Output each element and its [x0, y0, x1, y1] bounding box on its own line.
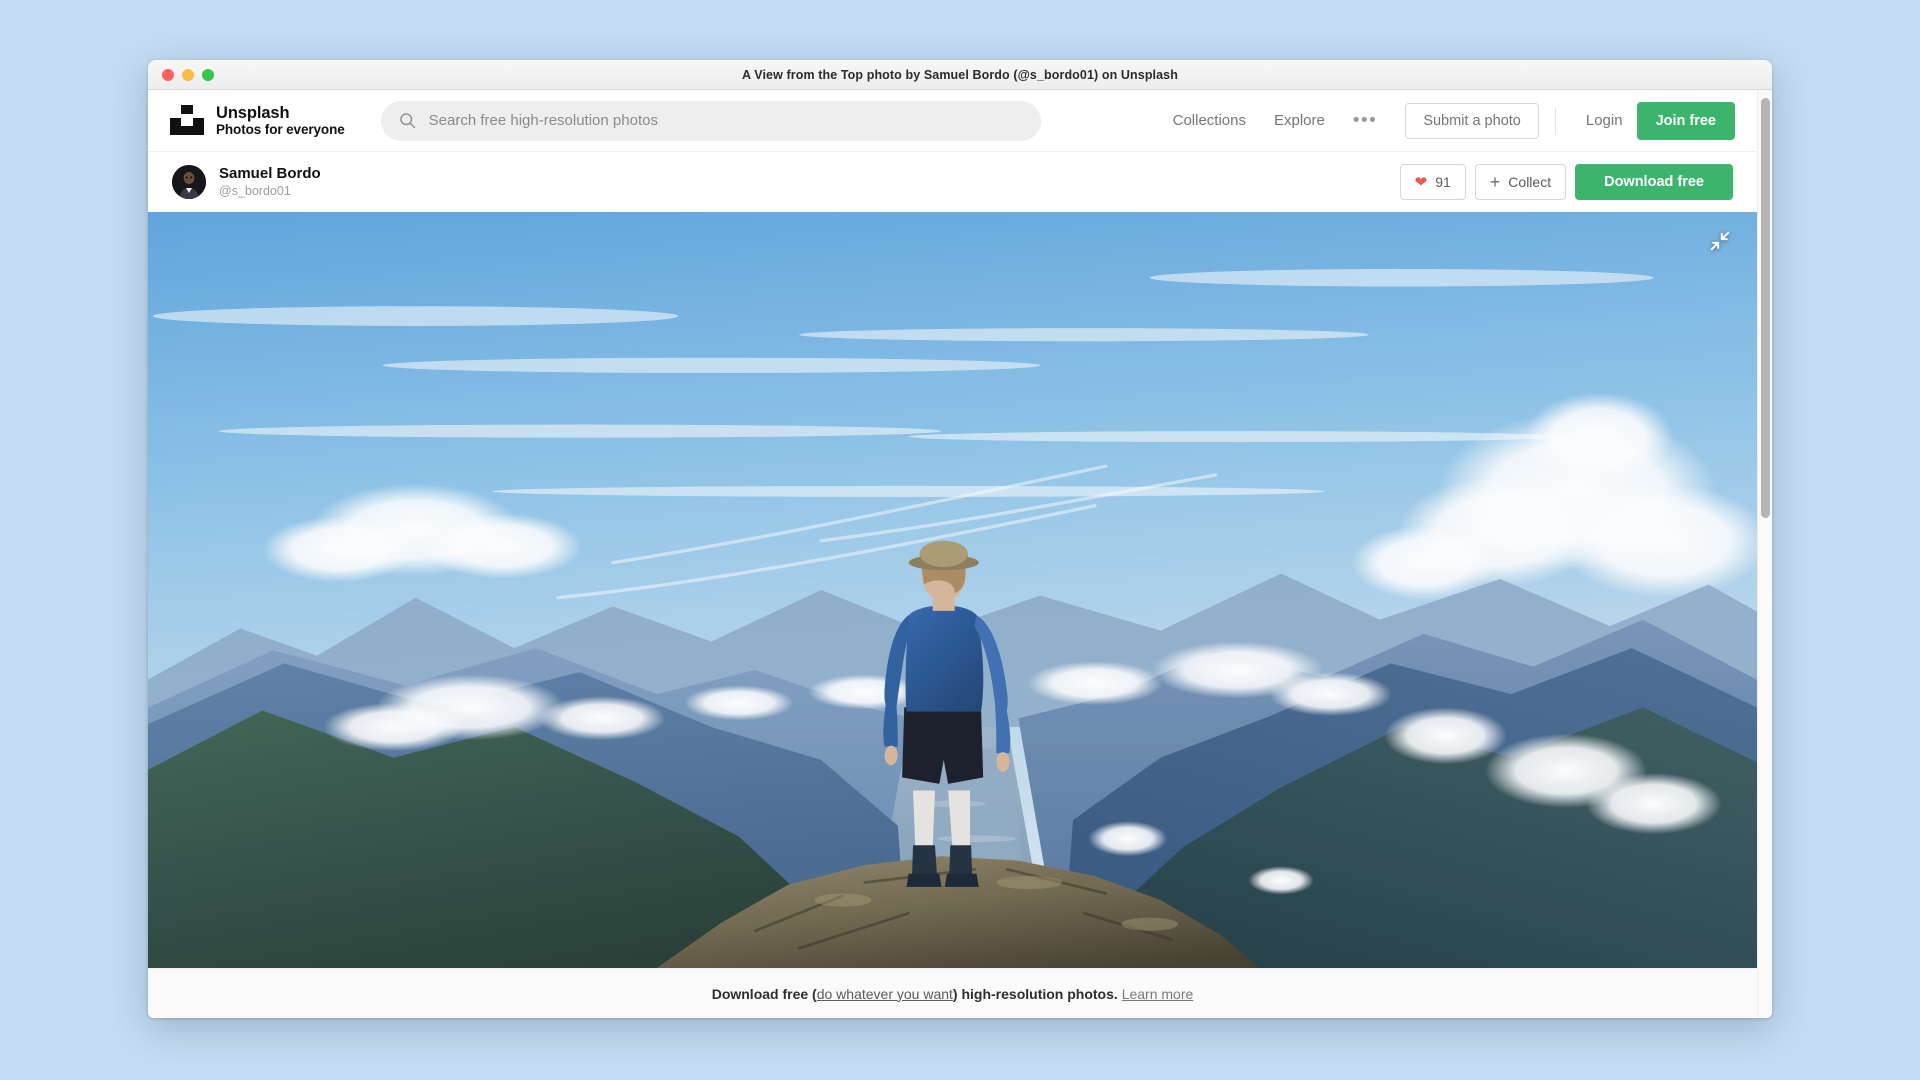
browser-window: A View from the Top photo by Samuel Bord…: [148, 60, 1772, 1018]
login-link[interactable]: Login: [1572, 104, 1637, 137]
user-avatar-icon: [172, 165, 206, 199]
site-header: Unsplash Photos for everyone Collections…: [148, 90, 1757, 152]
collect-label: Collect: [1508, 174, 1552, 190]
do-whatever-you-want-link[interactable]: do whatever you want: [817, 986, 953, 1002]
window-title: A View from the Top photo by Samuel Bord…: [742, 67, 1178, 82]
footer-text-before: Download free (: [711, 985, 817, 1002]
footer-text-middle: ) high-resolution photos.: [952, 985, 1122, 1002]
photo-footer-bar: Download free (do whatever you want) hig…: [148, 968, 1757, 1018]
close-window-button[interactable]: [162, 68, 174, 81]
nav-link-collections[interactable]: Collections: [1159, 104, 1260, 137]
maximize-window-button[interactable]: [202, 68, 214, 81]
author-name: Samuel Bordo: [219, 164, 321, 182]
like-button[interactable]: ❤ 91: [1399, 164, 1466, 200]
author-block[interactable]: Samuel Bordo @s_bordo01: [172, 165, 321, 199]
collect-button[interactable]: + Collect: [1474, 164, 1567, 200]
like-count: 91: [1435, 174, 1451, 190]
header-divider: [1554, 106, 1556, 135]
photo-viewer[interactable]: [148, 212, 1757, 968]
search-icon: [399, 113, 415, 129]
unsplash-camera-icon: [170, 105, 204, 136]
window-titlebar: A View from the Top photo by Samuel Bord…: [148, 60, 1772, 90]
search-input[interactable]: [428, 112, 1023, 129]
brand-name: Unsplash: [216, 103, 290, 122]
nav-link-explore[interactable]: Explore: [1260, 104, 1339, 137]
author-text: Samuel Bordo @s_bordo01: [219, 165, 321, 199]
heart-icon: ❤: [1414, 173, 1428, 191]
learn-more-link[interactable]: Learn more: [1122, 986, 1194, 1002]
collapse-arrows-icon[interactable]: [1709, 230, 1731, 252]
author-handle: @s_bordo01: [219, 183, 291, 198]
download-free-button[interactable]: Download free: [1575, 164, 1733, 200]
brand-text: Unsplash Photos for everyone: [216, 104, 345, 138]
avatar[interactable]: [172, 165, 206, 199]
vertical-scrollbar[interactable]: [1757, 90, 1772, 1018]
scrollbar-thumb[interactable]: [1761, 98, 1770, 518]
window-controls: [162, 68, 214, 81]
header-nav: Collections Explore ••• Submit a photo L…: [1159, 101, 1735, 140]
search-bar[interactable]: [380, 100, 1041, 141]
footer-text: Download free (do whatever you want) hig…: [712, 986, 1194, 1002]
photo-image: [148, 212, 1757, 968]
ellipsis-icon[interactable]: •••: [1339, 108, 1391, 134]
unsplash-logo[interactable]: Unsplash Photos for everyone: [170, 104, 345, 138]
brand-tagline: Photos for everyone: [216, 122, 345, 138]
photo-actions: ❤ 91 + Collect Download free: [1399, 164, 1733, 200]
browser-viewport: Unsplash Photos for everyone Collections…: [148, 90, 1772, 1018]
minimize-window-button[interactable]: [182, 68, 194, 81]
submit-photo-button[interactable]: Submit a photo: [1405, 102, 1539, 139]
join-free-button[interactable]: Join free: [1636, 101, 1735, 140]
plus-icon: +: [1489, 172, 1501, 192]
page-content: Unsplash Photos for everyone Collections…: [148, 90, 1757, 1018]
photo-author-bar: Samuel Bordo @s_bordo01 ❤ 91 + Collect D…: [148, 152, 1757, 212]
